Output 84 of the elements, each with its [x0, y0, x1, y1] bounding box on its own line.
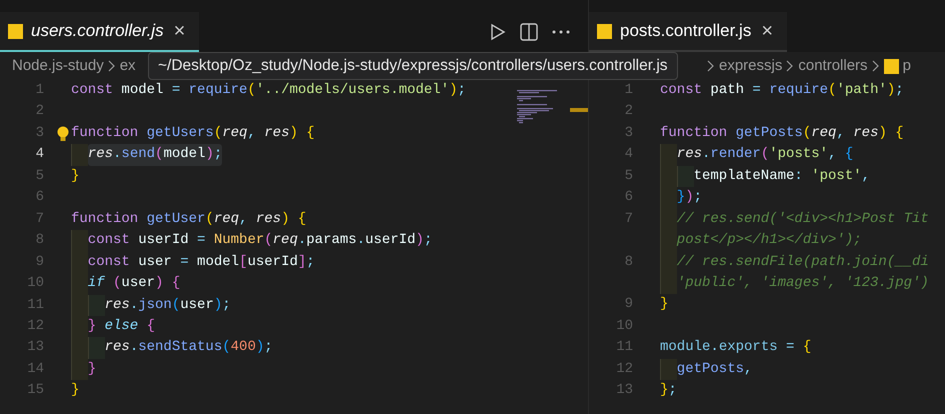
- chevron-icon: [707, 60, 715, 72]
- line-number: 5: [34, 166, 44, 186]
- line-number: 3: [624, 124, 633, 143]
- indent-guide: [88, 337, 105, 359]
- code-text: getPosts,: [676, 360, 752, 379]
- code-text: function getUsers(req, res) {: [71, 124, 315, 143]
- run-button[interactable]: [490, 23, 506, 41]
- indent-guide: [660, 144, 677, 166]
- line-number: 7: [34, 210, 44, 229]
- more-button[interactable]: [552, 30, 570, 34]
- indent-guide: [660, 358, 677, 380]
- indent-guide: [660, 273, 677, 294]
- line-number: 13: [615, 381, 633, 400]
- line-number: 5: [624, 166, 633, 186]
- chevron-icon: [786, 60, 794, 72]
- line-number: 8: [34, 231, 44, 250]
- js-file-icon: [597, 24, 612, 38]
- js-file-icon: [8, 24, 23, 38]
- path-tooltip: ~/Desktop/Oz_study/Node.js-study/expressjs/controllers/users.controller.js: [148, 52, 678, 80]
- line-number: 6: [624, 188, 633, 208]
- breadcrumb-item[interactable]: controllers: [798, 54, 868, 78]
- indent-guide: [88, 294, 105, 316]
- indent-guide: [71, 230, 88, 252]
- line-number: 2: [34, 102, 44, 122]
- line-number: 9: [34, 252, 44, 272]
- code-text: function getUser(req, res) {: [71, 210, 306, 229]
- line-number: 13: [26, 338, 44, 358]
- code-text: }: [660, 295, 668, 314]
- code-text: }: [88, 360, 96, 379]
- code-text: const path = require('path');: [660, 81, 904, 100]
- line-number: 1: [34, 81, 44, 100]
- code-text: };: [660, 381, 677, 400]
- editor-tab[interactable]: posts.controller.js ×: [589, 12, 788, 52]
- line-number: 10: [615, 316, 633, 336]
- indent-guide: [676, 166, 694, 188]
- code-text: function getPosts(req, res) {: [660, 124, 904, 143]
- code-text: res.sendStatus(400);: [104, 338, 273, 358]
- code-text: res.json(user);: [104, 296, 231, 315]
- indent-guide: [71, 358, 88, 380]
- line-number: 6: [34, 188, 44, 208]
- line-number: 12: [26, 316, 44, 336]
- breadcrumb-item[interactable]: p: [902, 54, 911, 78]
- breadcrumb-item[interactable]: ex: [120, 54, 136, 78]
- play-icon: [490, 23, 506, 41]
- code-text: // res.sendFile(path.join(__di: [676, 252, 929, 272]
- line-number: 15: [26, 381, 44, 400]
- line-number: 14: [26, 360, 44, 379]
- code-text: templateName: 'post',: [694, 166, 870, 186]
- chevron-icon: [872, 60, 880, 72]
- code-text: res.send(model);: [88, 144, 222, 166]
- line-number: 10: [26, 274, 44, 294]
- code-text: // res.send('<div><h1>Post Tit: [676, 210, 929, 229]
- code-text: if (user) {: [88, 274, 180, 294]
- code-text: const userId = Number(req.params.userId);: [88, 231, 432, 250]
- breadcrumb-item[interactable]: Node.js-study: [12, 54, 104, 78]
- lightbulb-icon[interactable]: [57, 126, 69, 142]
- code-text: }: [71, 166, 80, 186]
- line-number: 11: [26, 296, 44, 315]
- split-editor-button[interactable]: [520, 23, 538, 41]
- code-text: const user = model[userId];: [88, 252, 315, 272]
- code-text: }: [71, 381, 80, 400]
- line-number: 9: [624, 295, 633, 314]
- breadcrumb-item[interactable]: expressjs: [719, 54, 782, 78]
- code-text: 'public', 'images', '123.jpg'): [676, 274, 929, 294]
- line-number: 1: [624, 81, 633, 100]
- chevron-icon: [108, 60, 116, 72]
- line-number: 2: [624, 102, 633, 122]
- code-text: } else {: [88, 316, 156, 336]
- line-number: 4: [34, 145, 44, 164]
- code-text: const model = require('../models/users.model');: [71, 81, 466, 100]
- line-number: 12: [615, 360, 633, 379]
- code-text: res.render('posts', {: [676, 145, 854, 164]
- code-text: });: [676, 188, 702, 208]
- code-text: post</p></h1></div>');: [676, 231, 862, 250]
- indent-guide: [71, 144, 88, 166]
- line-number: 7: [624, 210, 633, 229]
- code-text: module.exports = {: [660, 338, 812, 358]
- line-number: 4: [624, 145, 633, 164]
- editor-tab[interactable]: users.controller.js ×: [0, 12, 200, 52]
- line-number: 3: [34, 124, 44, 143]
- line-number: 11: [615, 338, 633, 358]
- line-number: 8: [624, 252, 633, 272]
- more-icon: [552, 30, 570, 34]
- split-icon: [520, 23, 538, 41]
